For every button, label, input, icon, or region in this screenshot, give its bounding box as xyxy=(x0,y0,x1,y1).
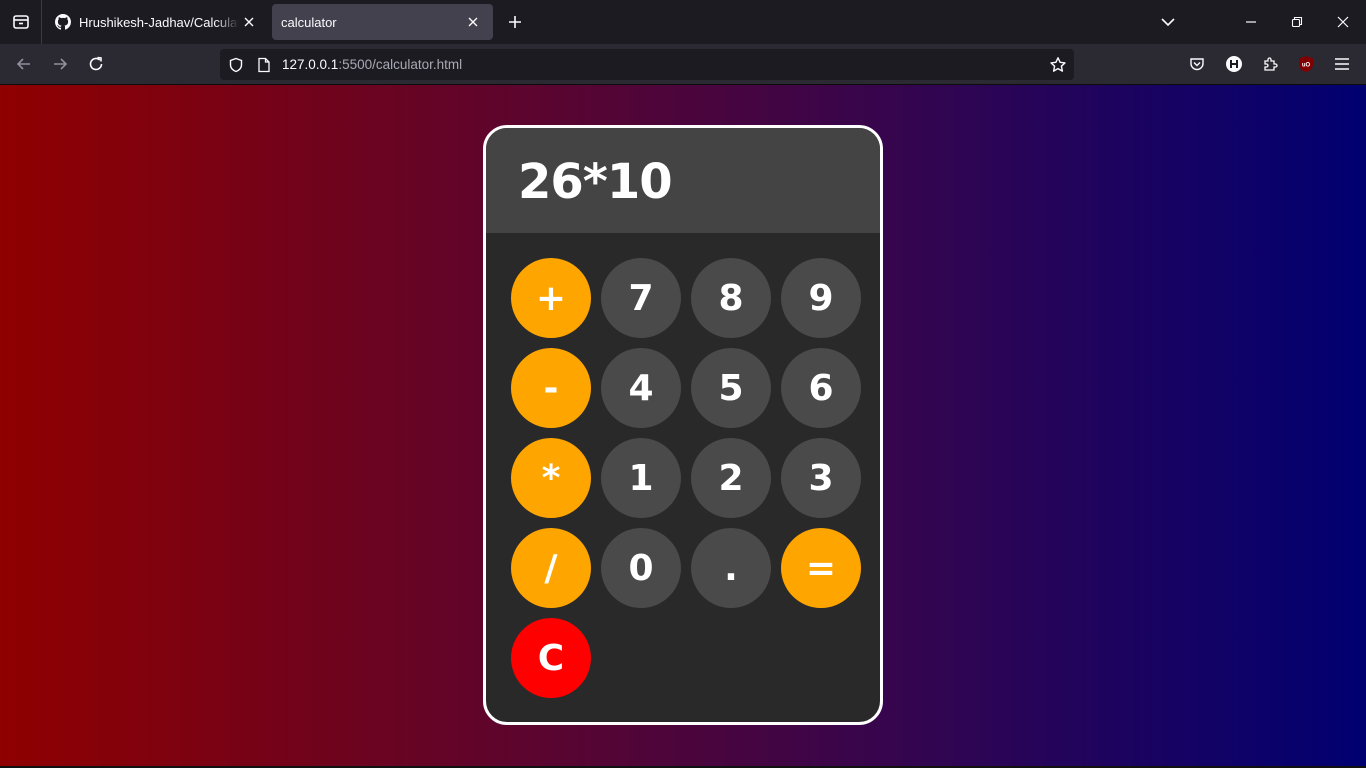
extension-h-icon xyxy=(1226,56,1242,72)
page-icon xyxy=(258,57,270,72)
five-button[interactable]: 5 xyxy=(691,348,771,428)
svg-text:uO: uO xyxy=(1302,63,1311,69)
restore-button[interactable] xyxy=(1274,0,1320,44)
restore-icon xyxy=(1291,16,1303,28)
firefox-view-icon xyxy=(12,15,29,29)
close-icon xyxy=(244,17,254,27)
tab-title: Hrushikesh-Jadhav/Calculator xyxy=(79,14,239,30)
url-bar[interactable]: 127.0.0.1:5500/calculator.html xyxy=(220,49,1074,80)
menu-icon xyxy=(1335,58,1349,70)
tab-bar: Hrushikesh-Jadhav/Calculator calculator xyxy=(0,0,1366,44)
four-button[interactable]: 4 xyxy=(601,348,681,428)
two-button[interactable]: 2 xyxy=(691,438,771,518)
back-button[interactable] xyxy=(9,50,39,78)
shield-icon xyxy=(229,57,243,72)
url-host: 127.0.0.1 xyxy=(282,57,339,72)
reload-icon xyxy=(89,56,103,71)
decimal-button[interactable]: . xyxy=(691,528,771,608)
clear-button[interactable]: C xyxy=(511,618,591,698)
pocket-button[interactable] xyxy=(1182,50,1212,78)
tab-calculator[interactable]: calculator xyxy=(272,4,493,40)
close-window-button[interactable] xyxy=(1320,0,1366,44)
close-tab-button[interactable] xyxy=(463,12,483,32)
star-icon xyxy=(1050,56,1066,72)
reload-button[interactable] xyxy=(81,50,111,78)
equals-button[interactable]: = xyxy=(781,528,861,608)
three-button[interactable]: 3 xyxy=(781,438,861,518)
minus-button[interactable]: - xyxy=(511,348,591,428)
seven-button[interactable]: 7 xyxy=(601,258,681,338)
display-value: 26*10 xyxy=(518,154,673,210)
calculator: 26*10 + 7 8 9 - 4 5 6 * 1 2 3 / 0 . = C xyxy=(483,125,883,725)
tab-title: calculator xyxy=(281,14,337,30)
extension-h-button[interactable] xyxy=(1219,50,1249,78)
ublock-origin-icon: uO xyxy=(1299,56,1313,72)
plus-icon xyxy=(509,16,521,28)
ublock-origin-button[interactable]: uO xyxy=(1291,50,1321,78)
extensions-button[interactable] xyxy=(1255,50,1285,78)
six-button[interactable]: 6 xyxy=(781,348,861,428)
nine-button[interactable]: 9 xyxy=(781,258,861,338)
multiply-button[interactable]: * xyxy=(511,438,591,518)
url-text[interactable]: 127.0.0.1:5500/calculator.html xyxy=(282,49,462,80)
one-button[interactable]: 1 xyxy=(601,438,681,518)
navigation-bar: 127.0.0.1:5500/calculator.html uO xyxy=(0,44,1366,85)
list-all-tabs-button[interactable] xyxy=(1145,0,1191,44)
firefox-view-button[interactable] xyxy=(0,0,42,44)
github-icon xyxy=(55,14,71,30)
minimize-icon xyxy=(1246,21,1256,23)
extensions-icon xyxy=(1264,57,1278,71)
minimize-button[interactable] xyxy=(1228,0,1274,44)
close-tab-button[interactable] xyxy=(239,12,259,32)
arrow-left-icon xyxy=(16,58,30,70)
new-tab-button[interactable] xyxy=(502,8,528,36)
tab-github[interactable]: Hrushikesh-Jadhav/Calculator xyxy=(45,4,269,40)
tracking-protection-button[interactable] xyxy=(224,49,248,80)
divide-button[interactable]: / xyxy=(511,528,591,608)
calculator-display: 26*10 xyxy=(486,128,880,233)
pocket-icon xyxy=(1190,58,1204,71)
app-menu-button[interactable] xyxy=(1327,50,1357,78)
forward-button[interactable] xyxy=(45,50,75,78)
plus-button[interactable]: + xyxy=(511,258,591,338)
eight-button[interactable]: 8 xyxy=(691,258,771,338)
bookmark-button[interactable] xyxy=(1046,49,1070,80)
chevron-down-icon xyxy=(1161,18,1175,27)
zero-button[interactable]: 0 xyxy=(601,528,681,608)
close-icon xyxy=(1337,16,1349,28)
arrow-right-icon xyxy=(54,58,68,70)
close-icon xyxy=(468,17,478,27)
page-viewport: 26*10 + 7 8 9 - 4 5 6 * 1 2 3 / 0 . = C xyxy=(0,85,1366,766)
site-info-button[interactable] xyxy=(252,49,276,80)
url-path: :5500/calculator.html xyxy=(338,57,463,72)
